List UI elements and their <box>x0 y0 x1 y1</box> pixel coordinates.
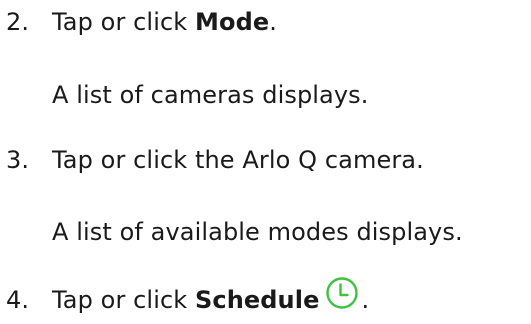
step-2-result: A list of cameras displays. <box>0 79 531 111</box>
step-number: 3. <box>6 146 30 174</box>
step-instruction: Tap or click Schedule. <box>52 277 370 318</box>
step-instruction-prefix: Tap or click <box>52 286 195 314</box>
ui-term-mode: Mode <box>195 8 270 36</box>
instruction-document: 2. Tap or click Mode. A list of cameras … <box>0 0 531 324</box>
step-instruction-suffix: . <box>361 286 370 314</box>
ui-term-schedule: Schedule <box>195 286 320 314</box>
step-number: 2. <box>6 8 30 36</box>
step-2: 2. Tap or click Mode. <box>0 6 531 38</box>
step-3-result: A list of available modes displays. <box>0 216 531 248</box>
step-3: 3. Tap or click the Arlo Q camera. <box>0 144 531 176</box>
step-number: 4. <box>6 286 30 314</box>
step-result-text: A list of cameras displays. <box>52 81 369 109</box>
step-instruction-prefix: Tap or click <box>52 8 195 36</box>
step-instruction-suffix: . <box>269 8 277 36</box>
step-instruction: Tap or click the Arlo Q camera. <box>52 146 424 174</box>
clock-icon <box>325 276 359 310</box>
step-instruction: Tap or click Mode. <box>52 6 277 38</box>
step-4: 4. Tap or click Schedule. <box>0 277 531 320</box>
step-result-text: A list of available modes displays. <box>52 218 463 246</box>
